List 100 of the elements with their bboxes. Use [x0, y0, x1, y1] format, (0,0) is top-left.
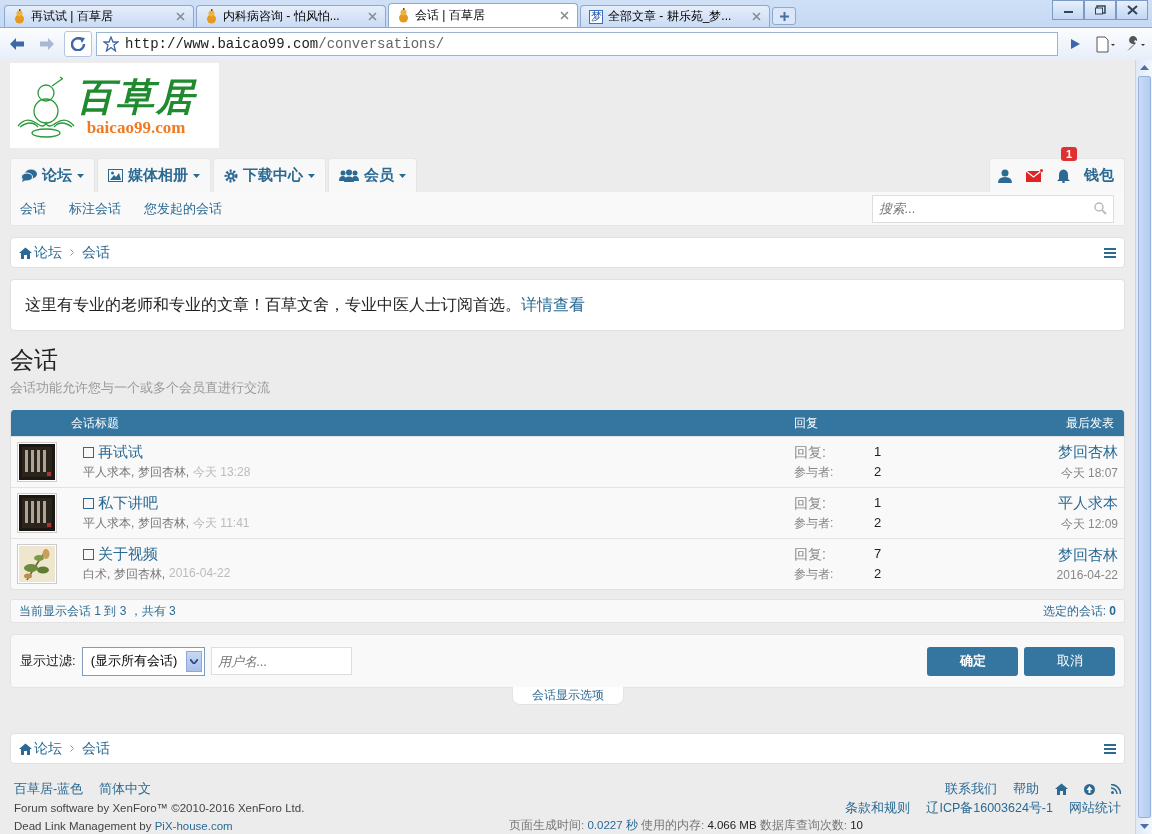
column-header: 回复: [794, 414, 819, 432]
last-post-time: 今天 18:07: [1060, 464, 1118, 482]
last-poster-link[interactable]: 梦回杏林: [1058, 442, 1118, 462]
close-icon[interactable]: [176, 12, 185, 21]
checkbox[interactable]: [83, 447, 94, 458]
home-icon[interactable]: [19, 246, 32, 259]
caret-icon: [399, 173, 406, 178]
down-arrow-icon: [1139, 824, 1149, 830]
home-icon[interactable]: [19, 742, 32, 755]
scroll-down-button[interactable]: [1139, 824, 1149, 830]
logo-title: 百草居: [76, 74, 196, 119]
minimize-button[interactable]: [1052, 0, 1084, 20]
footer-link[interactable]: 简体中文: [99, 780, 152, 798]
footer-link[interactable]: 百草居-蓝色: [14, 780, 84, 798]
breadcrumb-link[interactable]: 论坛: [19, 243, 62, 262]
browser-tab[interactable]: 梦 全部文章 - 耕乐苑_梦...: [580, 5, 770, 27]
credit-text: Dead Link Management by: [14, 819, 152, 832]
checkbox[interactable]: [83, 549, 94, 560]
nav-tab[interactable]: 论坛: [10, 158, 95, 192]
address-bar[interactable]: http://www.baicao99.com/conversations/: [96, 32, 1058, 56]
menu-icon[interactable]: [1104, 743, 1116, 754]
envelope-icon[interactable]: [1026, 169, 1043, 182]
display-options-tab[interactable]: 会话显示选项: [511, 687, 624, 705]
notification-badge: 1: [1061, 147, 1078, 161]
gourd-icon: [205, 9, 218, 24]
gourd-icon: [13, 9, 26, 24]
browser-tab[interactable]: 内科病咨询 - 怕风怕...: [196, 5, 386, 27]
footer-link[interactable]: 辽ICP备16003624号-1: [926, 799, 1053, 817]
footer-link[interactable]: 条款和规则: [845, 799, 911, 817]
participants-text: 平人求本, 梦回杏林,: [83, 464, 189, 481]
menu-icon[interactable]: [1104, 247, 1116, 258]
conversation-title[interactable]: 私下讲吧: [98, 494, 158, 513]
search-field[interactable]: 搜索...: [872, 194, 1114, 223]
home-icon[interactable]: [1055, 783, 1068, 795]
last-poster-link[interactable]: 平人求本: [1058, 493, 1118, 513]
close-icon[interactable]: [368, 12, 377, 21]
rss-icon[interactable]: [1111, 784, 1121, 794]
replies-label: 回复:: [794, 545, 827, 564]
conversation-title[interactable]: 关于视频: [98, 545, 158, 564]
star-icon[interactable]: [103, 36, 119, 52]
footer-link[interactable]: 网站统计: [1069, 799, 1121, 817]
breadcrumb-link[interactable]: 会话: [82, 243, 110, 262]
filter-label: 显示过滤:: [20, 652, 76, 670]
participants-label: 参与者:: [794, 514, 835, 532]
breadcrumb-link[interactable]: 论坛: [19, 739, 62, 758]
details-link[interactable]: 详情查看: [521, 294, 585, 316]
breadcrumb-link[interactable]: 会话: [82, 739, 110, 758]
start-time: 今天 11:41: [193, 515, 250, 532]
copyright-text: Forum software by XenForo™ ©2010-2016 XenForo Ltd.: [14, 802, 305, 814]
participants-count: 2: [874, 514, 883, 532]
nav-tab[interactable]: 下载中心: [213, 158, 326, 192]
up-arrow-icon: [1139, 64, 1149, 70]
user-icon[interactable]: [998, 168, 1012, 183]
site-logo[interactable]: 百草居 baicao99.com: [10, 63, 219, 148]
new-tab-button[interactable]: [772, 7, 796, 25]
close-button[interactable]: [1116, 0, 1148, 20]
participants-count: 2: [874, 463, 883, 481]
subnav-link[interactable]: 会话: [20, 199, 46, 218]
filter-dropdown[interactable]: (显示所有会话): [81, 646, 205, 676]
username-field[interactable]: 用户名...: [210, 647, 352, 675]
stats-text: 页面生成时间: 0.0227 秒 使用的内存: 4.066 MB 数据库查询次数: 10: [509, 818, 863, 833]
chevron-icon: [70, 249, 74, 256]
credit-link[interactable]: PiX-house.com: [154, 819, 233, 832]
footer-link[interactable]: 帮助: [1013, 780, 1039, 798]
participants-count: 2: [874, 565, 883, 583]
browser-tab[interactable]: 再试试 | 百草居: [4, 5, 194, 27]
subnav-link[interactable]: 您发起的会话: [144, 199, 222, 218]
wallet-link[interactable]: 钱包: [1084, 166, 1114, 185]
up-arrow-icon[interactable]: [1084, 783, 1095, 795]
selected-count-text: 选定的会话: 0: [1042, 602, 1116, 620]
image-icon: [108, 169, 123, 182]
last-poster-link[interactable]: 梦回杏林: [1058, 546, 1118, 565]
notice-text: 这里有专业的老师和专业的文章！百草文舍，专业中医人士订阅首选。详情查看: [10, 279, 1125, 331]
close-icon[interactable]: [560, 11, 569, 20]
cancel-button[interactable]: 取消: [1024, 646, 1115, 676]
scroll-up-button[interactable]: [1139, 64, 1149, 70]
page-count-text: 当前显示会话 1 到 3 ，共有 3: [19, 602, 176, 620]
caret-icon: [77, 173, 84, 178]
nav-tab[interactable]: 会员: [328, 158, 417, 192]
subnav-link[interactable]: 标注会话: [69, 199, 121, 218]
conversation-title[interactable]: 再试试: [98, 443, 143, 462]
column-header: 会话标题: [71, 414, 120, 432]
bell-icon[interactable]: [1057, 168, 1070, 183]
chevron-icon: [70, 745, 74, 752]
browser-tab[interactable]: 会话 | 百草居: [388, 3, 578, 27]
page-menu-icon: [1094, 35, 1116, 53]
footer-link[interactable]: 联系我们: [945, 780, 997, 798]
replies-label: 回复:: [794, 494, 827, 513]
replies-count: 1: [874, 494, 883, 512]
confirm-button[interactable]: 确定: [927, 646, 1018, 676]
checkbox[interactable]: [83, 498, 94, 509]
last-post-time: 2016-04-22: [1056, 568, 1118, 582]
replies-count: 1: [874, 443, 883, 461]
maximize-button[interactable]: [1084, 0, 1116, 20]
scrollbar-thumb[interactable]: [1137, 76, 1151, 818]
users-icon: [339, 169, 359, 182]
reload-button[interactable]: [64, 31, 92, 57]
go-icon: [1069, 38, 1081, 50]
close-icon[interactable]: [752, 12, 761, 21]
nav-tab[interactable]: 媒体相册: [97, 158, 211, 192]
